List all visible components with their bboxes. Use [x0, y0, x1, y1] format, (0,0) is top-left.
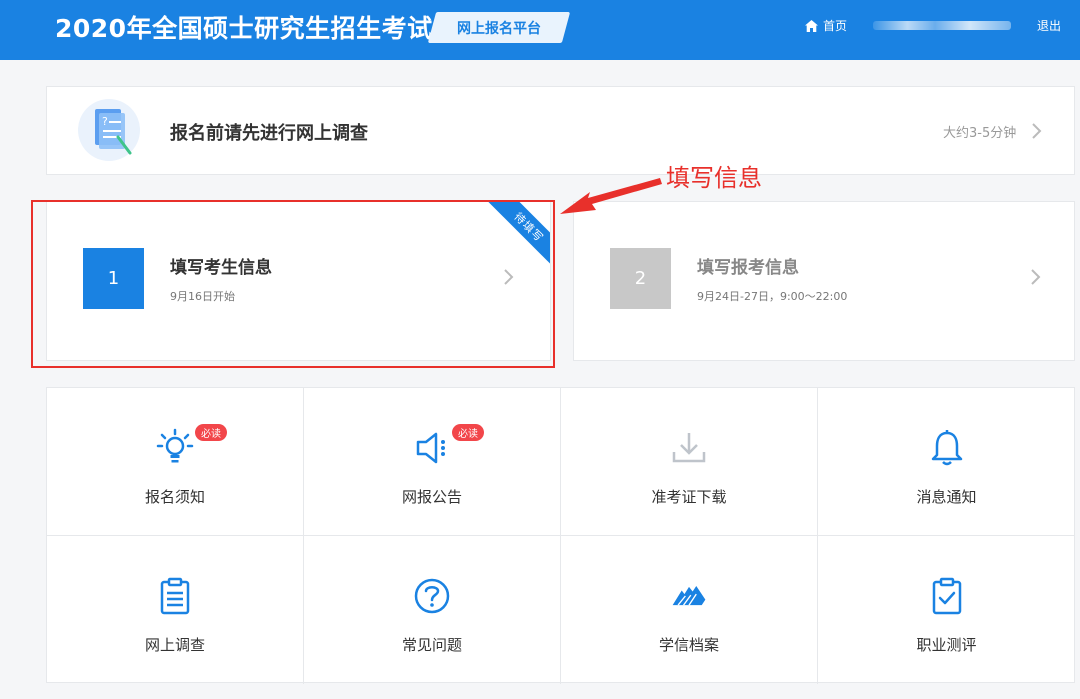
home-link[interactable]: 首页: [805, 17, 847, 34]
home-link-label: 首页: [823, 19, 848, 33]
platform-tag: 网上报名平台: [427, 12, 571, 43]
grid-item-label: 网报公告: [401, 488, 462, 506]
grid-item-student-archive[interactable]: 学信档案: [561, 536, 818, 684]
step-title-2: 填写报考信息: [697, 258, 799, 278]
annotation-highlight-box: [31, 200, 555, 368]
grid-item-label: 报名须知: [144, 488, 205, 506]
grid-item-faq[interactable]: 常见问题: [304, 536, 561, 684]
top-header: 2020年全国硕士研究生招生考试 网上报名平台 首页 退出: [0, 0, 1080, 60]
grid-item-label: 常见问题: [401, 636, 462, 654]
annotation-callout-text: 填写信息: [666, 164, 762, 192]
platform-tag-label: 网上报名平台: [457, 20, 541, 37]
grid-item-label: 准考证下载: [651, 488, 727, 506]
survey-time-hint: 大约3-5分钟: [943, 126, 1017, 141]
checklist-icon: [927, 576, 967, 616]
logout-link[interactable]: 退出: [1037, 17, 1061, 34]
clipboard-icon: [155, 576, 195, 616]
svg-text:?: ?: [102, 115, 108, 128]
grid-item-label: 网上调查: [144, 636, 205, 654]
function-grid: 必读 报名须知 必读 网报公告 准考证下载 消息通知 网上调查 常见问题 学信档…: [46, 387, 1075, 684]
question-icon: [412, 576, 452, 616]
grid-item-career-assessment[interactable]: 职业测评: [818, 536, 1075, 684]
chevron-right-icon: [1031, 269, 1041, 285]
grid-item-online-survey[interactable]: 网上调查: [47, 536, 304, 684]
chevron-right-icon: [1032, 123, 1042, 139]
annotation-arrow-icon: [560, 178, 662, 214]
grid-item-label: 职业测评: [916, 636, 977, 654]
download-icon: [669, 428, 709, 468]
step-number-2: 2: [610, 248, 671, 309]
survey-document-icon: ?: [78, 99, 140, 161]
step-subtitle-2: 9月24日-27日，9:00～22:00: [697, 290, 848, 303]
user-name-redacted: [873, 21, 1011, 30]
megaphone-icon: [412, 428, 452, 468]
site-title: 2020年全国硕士研究生招生考试: [55, 14, 433, 43]
bell-icon: [927, 428, 967, 468]
grid-item-label: 学信档案: [658, 636, 719, 654]
survey-title: 报名前请先进行网上调查: [170, 123, 368, 144]
survey-card[interactable]: ? 报名前请先进行网上调查 大约3-5分钟: [46, 86, 1075, 175]
archive-icon: [669, 576, 709, 616]
grid-item-announcement[interactable]: 必读 网报公告: [304, 388, 561, 536]
grid-item-notifications[interactable]: 消息通知: [818, 388, 1075, 536]
grid-item-registration-notice[interactable]: 必读 报名须知: [47, 388, 304, 536]
must-read-badge: 必读: [452, 424, 484, 441]
step-card-2[interactable]: 2 填写报考信息 9月24日-27日，9:00～22:00: [573, 201, 1075, 361]
grid-item-admission-ticket[interactable]: 准考证下载: [561, 388, 818, 536]
lightbulb-icon: [155, 428, 195, 468]
home-icon: [805, 19, 818, 32]
must-read-badge: 必读: [195, 424, 227, 441]
grid-item-label: 消息通知: [916, 488, 977, 506]
